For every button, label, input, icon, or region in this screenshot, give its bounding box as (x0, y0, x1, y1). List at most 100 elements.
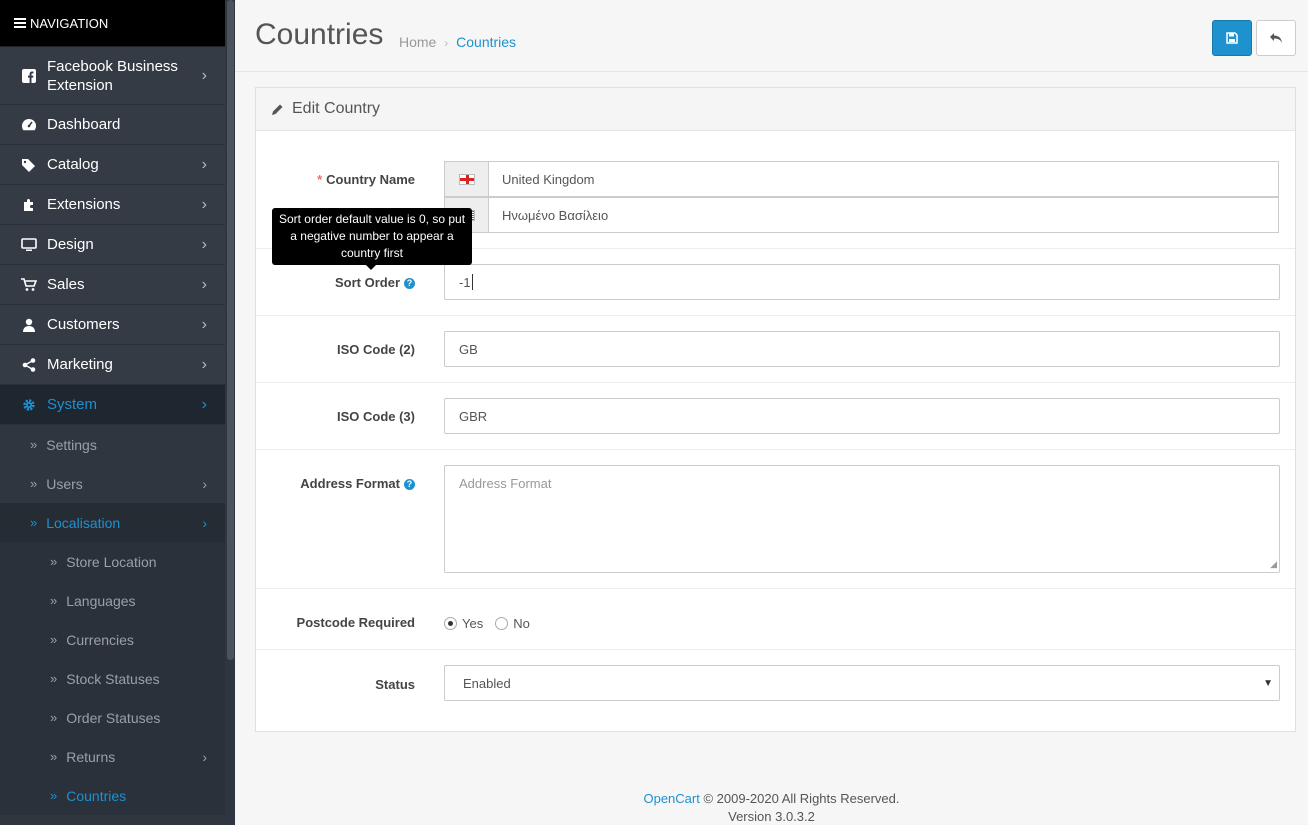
radio-unchecked-icon (495, 617, 509, 630)
address-format-textarea[interactable]: Address Format ◢ (444, 465, 1280, 573)
sidebar-item-dashboard[interactable]: Dashboard (0, 105, 225, 145)
sidebar-item-catalog[interactable]: Catalog › (0, 145, 225, 185)
postcode-required-row: Postcode Required Yes No (256, 589, 1295, 650)
status-select[interactable]: Enabled ▼ (444, 665, 1280, 701)
sidebar-subitem-countries[interactable]: » Countries (0, 776, 225, 815)
gear-icon (20, 397, 38, 413)
sort-order-label: Sort Order? (335, 275, 415, 290)
country-name-label: * Country Name (317, 172, 415, 187)
sidebar-subitem-label: Stock Statuses (66, 670, 160, 687)
panel-heading-title: Edit Country (292, 100, 381, 117)
address-format-label-text: Address Format (300, 476, 400, 491)
double-chevron-icon: » (30, 476, 38, 491)
menu-icon (14, 16, 26, 30)
iso-code-2-input[interactable]: GB (444, 331, 1280, 367)
puzzle-icon (20, 197, 38, 213)
back-button[interactable] (1256, 20, 1296, 56)
sort-order-tooltip: Sort order default value is 0, so put a … (272, 208, 472, 270)
sidebar-item-marketing[interactable]: Marketing › (0, 345, 225, 385)
chevron-right-icon: › (201, 235, 207, 253)
navigation-header[interactable]: NAVIGATION (0, 0, 225, 47)
chevron-right-icon: › (202, 475, 207, 492)
chevron-right-icon: › (201, 395, 207, 413)
sidebar-subitem-label: Order Statuses (66, 709, 161, 726)
sort-order-input[interactable]: -1 (444, 264, 1280, 300)
sidebar-subitem-label: Store Location (66, 553, 157, 570)
user-icon (20, 317, 38, 333)
sidebar-item-extensions[interactable]: Extensions › (0, 185, 225, 225)
caret-down-icon: ▼ (1263, 677, 1273, 689)
iso-code-2-row: ISO Code (2) GB (256, 316, 1295, 383)
iso-code-3-row: ISO Code (3) GBR (256, 383, 1295, 450)
breadcrumb-home-link[interactable]: Home (399, 34, 436, 50)
sidebar-item-label: Sales (47, 276, 85, 293)
sidebar-item-label: Extensions (47, 196, 121, 213)
chevron-right-icon: › (202, 748, 207, 765)
resize-handle-icon[interactable]: ◢ (1270, 559, 1277, 570)
status-selected-value: Enabled (463, 675, 511, 691)
dashboard-icon (20, 117, 38, 133)
opencart-link[interactable]: OpenCart (643, 791, 699, 806)
chevron-right-icon: › (201, 315, 207, 333)
iso-code-3-label: ISO Code (3) (336, 409, 415, 424)
required-asterisk: * (317, 172, 323, 187)
country-name-english-input[interactable]: United Kingdom (488, 161, 1279, 197)
country-name-english-group: United Kingdom (444, 161, 1279, 197)
double-chevron-icon: » (50, 710, 58, 725)
sidebar-item-label: Dashboard (47, 116, 121, 133)
double-chevron-icon: » (30, 437, 38, 452)
help-icon[interactable]: ? (404, 278, 415, 289)
footer-version: Version 3.0.3.2 (728, 809, 815, 824)
double-chevron-icon: » (50, 632, 58, 647)
country-name-greek-input[interactable]: Ηνωμένο Βασίλειο (488, 197, 1279, 233)
sidebar-item-sales[interactable]: Sales › (0, 265, 225, 305)
sidebar-subitem-order-statuses[interactable]: » Order Statuses (0, 698, 225, 737)
status-row: Status Enabled ▼ (256, 650, 1295, 731)
share-icon (20, 357, 38, 373)
navigation-header-label: NAVIGATION (30, 15, 109, 31)
sidebar-item-label: Facebook Business Extension (47, 57, 178, 94)
breadcrumb: Home › Countries (399, 34, 516, 50)
save-button[interactable] (1212, 20, 1252, 56)
chevron-right-icon: › (201, 195, 207, 213)
footer-copyright: © 2009-2020 All Rights Reserved. (703, 791, 900, 806)
sidebar-item-customers[interactable]: Customers › (0, 305, 225, 345)
sidebar-item-label: Marketing (47, 356, 113, 373)
sort-order-label-text: Sort Order (334, 275, 400, 290)
address-format-row: Address Format? Address Format ◢ (256, 450, 1295, 589)
sidebar-subitem-store-location[interactable]: » Store Location (0, 542, 225, 581)
sidebar-item-facebook-business-extension[interactable]: Facebook Business Extension › (0, 47, 225, 105)
text-cursor (471, 274, 473, 290)
sidebar-subitem-languages[interactable]: » Languages (0, 581, 225, 620)
sidebar-item-system[interactable]: System › (0, 385, 225, 425)
chevron-right-icon: › (201, 275, 207, 293)
page-title: Countries (255, 18, 384, 51)
help-icon[interactable]: ? (404, 479, 415, 490)
address-format-label: Address Format? (300, 476, 415, 491)
postcode-yes-label: Yes (462, 616, 484, 631)
sidebar-item-design[interactable]: Design › (0, 225, 225, 265)
sidebar-subitem-returns[interactable]: » Returns › (0, 737, 225, 776)
status-label: Status (375, 677, 415, 692)
sidebar-subitem-currencies[interactable]: » Currencies (0, 620, 225, 659)
sidebar-scrollbar-thumb[interactable] (227, 0, 234, 660)
breadcrumb-countries-link[interactable]: Countries (456, 34, 516, 50)
sidebar-subitem-label: Countries (66, 787, 127, 804)
postcode-yes-radio[interactable]: Yes (444, 616, 483, 631)
sidebar-subitem-localisation[interactable]: » Localisation › (0, 503, 225, 542)
chevron-right-icon: › (201, 355, 207, 373)
chevron-right-icon: › (202, 514, 207, 531)
iso-code-3-input[interactable]: GBR (444, 398, 1280, 434)
country-name-label-text: Country Name (326, 172, 415, 187)
sidebar-subitem-label: Users (46, 475, 83, 492)
uk-flag-icon (444, 161, 488, 197)
sidebar-item-label: Catalog (47, 156, 99, 173)
page-header: Countries Home › Countries (235, 0, 1308, 72)
sidebar-subitem-stock-statuses[interactable]: » Stock Statuses (0, 659, 225, 698)
iso-code-2-label: ISO Code (2) (336, 342, 415, 357)
tags-icon (20, 157, 38, 173)
sidebar-subitem-users[interactable]: » Users › (0, 464, 225, 503)
facebook-icon (20, 68, 38, 84)
sidebar-subitem-settings[interactable]: » Settings (0, 425, 225, 464)
postcode-no-radio[interactable]: No (495, 616, 530, 631)
